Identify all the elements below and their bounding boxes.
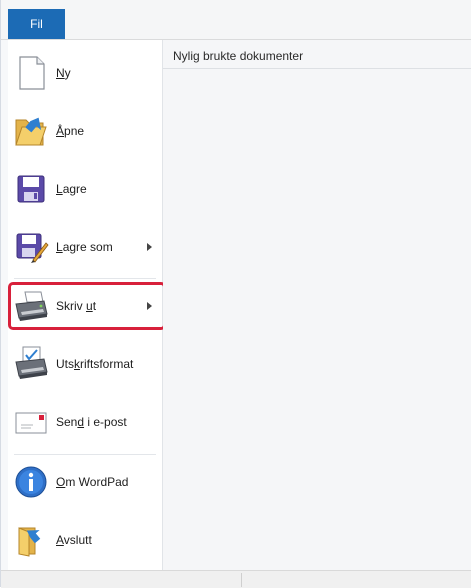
menu-item-exit[interactable]: Avslutt (8, 511, 162, 569)
page-setup-icon (13, 346, 49, 382)
menu-item-label: Send i e-post (56, 415, 127, 429)
menu-item-new[interactable]: Ny (8, 44, 162, 102)
wordpad-file-menu: Fil Ny Åpne Lagre Lagre som Skriv ut Uts… (0, 0, 471, 588)
info-icon (13, 464, 49, 500)
menu-item-label: Åpne (56, 124, 85, 138)
menu-item-save[interactable]: Lagre (8, 160, 162, 218)
menu-item-send-email[interactable]: Send i e-post (8, 393, 162, 451)
menu-item-label: Utskriftsformat (56, 357, 134, 371)
submenu-arrow-icon (147, 243, 152, 251)
menu-item-label: Ny (56, 66, 71, 80)
highlight-box (8, 282, 166, 330)
save-icon (13, 171, 49, 207)
menu-item-label: Lagre (56, 182, 87, 196)
menu-item-label: Om WordPad (56, 475, 129, 489)
open-folder-icon (13, 113, 49, 149)
status-divider (241, 573, 242, 587)
new-document-icon (13, 55, 49, 91)
recent-documents-pane: Nylig brukte dokumenter (163, 40, 471, 570)
save-as-icon (13, 229, 49, 265)
menu-item-page-setup[interactable]: Utskriftsformat (8, 335, 162, 393)
menu-item-save-as[interactable]: Lagre som (8, 218, 162, 276)
recent-documents-header: Nylig brukte dokumenter (163, 40, 471, 69)
menu-item-label: Lagre som (56, 240, 113, 254)
ribbon-bar: Fil (1, 0, 471, 40)
file-tab[interactable]: Fil (8, 9, 65, 39)
recent-documents-title: Nylig brukte dokumenter (173, 49, 304, 63)
status-bar (1, 570, 471, 588)
menu-item-open[interactable]: Åpne (8, 102, 162, 160)
menu-item-about[interactable]: Om WordPad (8, 453, 162, 511)
email-icon (13, 404, 49, 440)
exit-icon (13, 522, 49, 558)
menu-item-label: Avslutt (56, 533, 92, 547)
